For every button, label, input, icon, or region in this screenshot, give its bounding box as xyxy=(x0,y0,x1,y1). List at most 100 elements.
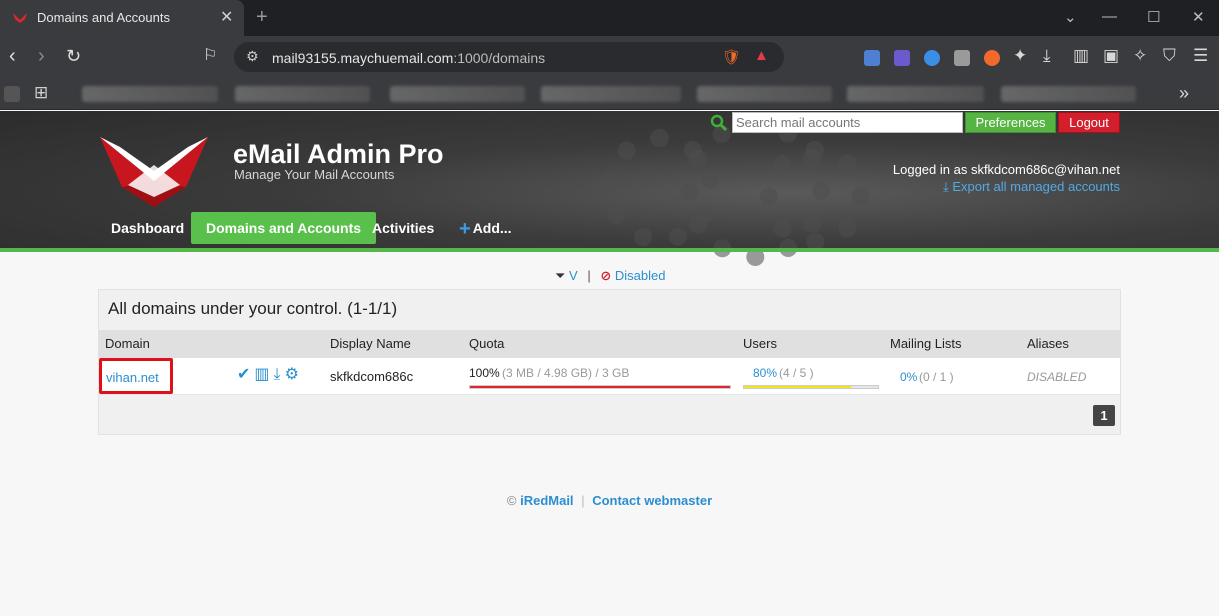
preferences-button[interactable]: Preferences xyxy=(965,112,1056,133)
leo-ai-icon[interactable]: ✧ xyxy=(1133,47,1147,65)
domain-name: vihan.net xyxy=(106,370,159,385)
quota-detail: (3 MB / 4.98 GB) / 3 GB xyxy=(502,366,630,380)
quota-bar xyxy=(469,385,731,389)
settings-icon[interactable]: ⚙ xyxy=(285,366,303,383)
export-label: Export all managed accounts xyxy=(952,179,1120,194)
tab-title: Domains and Accounts xyxy=(37,10,170,25)
logout-button[interactable]: Logout xyxy=(1058,112,1120,133)
bookmark-favicon-icon[interactable] xyxy=(4,86,20,102)
column-header-quota[interactable]: Quota xyxy=(469,336,504,351)
users-bar-fill xyxy=(744,386,852,388)
display-name: skfkdcom686c xyxy=(330,369,414,384)
filter-disabled-link[interactable]: Disabled xyxy=(615,268,666,283)
users-bar xyxy=(743,385,879,389)
aliases-status: DISABLED xyxy=(1027,370,1087,384)
filter-icon: ⏷ xyxy=(555,268,566,283)
vpn-icon[interactable]: ⛉ xyxy=(1163,47,1176,65)
extension-icon[interactable] xyxy=(894,50,910,66)
bookmarks-bar: ⊞ » xyxy=(0,78,1219,110)
bookmark-icon[interactable]: ⚐ xyxy=(203,46,217,66)
bookmark-item[interactable] xyxy=(235,86,370,102)
address-bar[interactable]: ⚙ mail93155.maychuemail.com:1000/domains… xyxy=(234,42,784,72)
footer: © iRedMail | Contact webmaster xyxy=(0,493,1219,508)
nav-add[interactable]: + Add... xyxy=(459,212,512,244)
nav-domains-and-accounts[interactable]: Domains and Accounts xyxy=(191,212,377,244)
wallet-icon[interactable]: ▣ xyxy=(1103,47,1119,65)
extension-icon[interactable] xyxy=(924,50,940,66)
plus-icon: + xyxy=(459,218,471,240)
brave-rewards-icon[interactable]: ▲ xyxy=(754,47,769,64)
mailing-lists-percent[interactable]: 0% xyxy=(900,370,917,384)
brand-tagline: Manage Your Mail Accounts xyxy=(234,167,395,182)
browser-tab-bar: Domains and Accounts ✕ + ⌄ — ☐ ✕ xyxy=(0,0,1219,36)
brand-title: eMail Admin Pro xyxy=(233,139,444,169)
iredmail-link[interactable]: iRedMail xyxy=(520,493,573,508)
bookmark-item[interactable] xyxy=(1001,86,1136,102)
bookmark-item[interactable] xyxy=(697,86,832,102)
extensions-puzzle-icon[interactable]: ✦ xyxy=(1013,47,1027,65)
column-header-users[interactable]: Users xyxy=(743,336,777,351)
maximize-icon[interactable]: ☐ xyxy=(1147,8,1160,26)
brave-shield-icon[interactable]: 🛡 xyxy=(722,48,741,66)
forward-icon[interactable]: › xyxy=(38,46,45,66)
search-icon xyxy=(710,114,728,132)
column-header-domain[interactable]: Domain xyxy=(105,336,150,351)
table-header: Domain Display Name Quota Users Mailing … xyxy=(99,330,1120,358)
nav-activities[interactable]: Activities xyxy=(372,212,434,244)
back-icon[interactable]: ‹ xyxy=(9,46,16,66)
domain-link[interactable]: vihan.net xyxy=(99,358,173,394)
quota-bar-fill xyxy=(470,386,730,388)
bookmark-item[interactable] xyxy=(541,86,681,102)
extension-icon[interactable] xyxy=(984,50,1000,66)
logged-in-text: Logged in as skfkdcom686c@vihan.net xyxy=(892,162,1120,177)
new-tab-icon[interactable]: + xyxy=(256,6,268,29)
disabled-icon: ⊘ xyxy=(600,268,612,283)
sidebar-icon[interactable]: ▥ xyxy=(1073,47,1089,65)
reload-icon[interactable]: ↻ xyxy=(66,46,81,66)
site-settings-icon[interactable]: ⚙ xyxy=(246,48,259,65)
row-actions: ✔▥⤓⚙ xyxy=(237,364,303,384)
statistics-icon[interactable]: ▥ xyxy=(254,366,273,383)
search-input[interactable] xyxy=(732,112,963,133)
footer-separator: | xyxy=(581,493,585,508)
column-header-mailing-lists[interactable]: Mailing Lists xyxy=(890,336,962,351)
filter-separator: | xyxy=(587,268,591,283)
nav-dashboard[interactable]: Dashboard xyxy=(111,212,184,244)
nav-add-label: Add... xyxy=(472,220,512,236)
column-header-display-name[interactable]: Display Name xyxy=(330,336,411,351)
bookmark-item[interactable] xyxy=(82,86,218,102)
app-favicon-icon xyxy=(13,13,27,23)
users-detail: (4 / 5 ) xyxy=(779,366,814,380)
users-percent[interactable]: 80% xyxy=(753,366,777,380)
domains-panel: All domains under your control. (1-1/1) … xyxy=(98,289,1121,435)
tab-search-icon[interactable]: ⌄ xyxy=(1064,8,1077,26)
download-icon[interactable]: ⤓ xyxy=(274,366,285,383)
download-icon: ⤓ xyxy=(942,179,949,194)
check-icon[interactable]: ✔ xyxy=(237,366,254,383)
gear-decoration-icon xyxy=(760,141,870,251)
bookmark-item[interactable] xyxy=(847,86,984,102)
browser-tab[interactable]: Domains and Accounts ✕ xyxy=(0,0,244,36)
extension-icon[interactable] xyxy=(864,50,880,66)
page-button[interactable]: 1 xyxy=(1093,405,1115,426)
close-window-icon[interactable]: ✕ xyxy=(1192,8,1205,26)
bookmark-item[interactable] xyxy=(390,86,525,102)
minimize-icon[interactable]: — xyxy=(1102,8,1117,25)
column-header-aliases[interactable]: Aliases xyxy=(1027,336,1069,351)
table-row: vihan.net ✔▥⤓⚙ skfkdcom686c 100% (3 MB /… xyxy=(99,358,1120,395)
header-divider xyxy=(0,248,1219,252)
downloads-icon[interactable]: ⤓ xyxy=(1043,47,1051,65)
filter-row: ⏷ V | ⊘ Disabled xyxy=(555,268,665,284)
app-logo-icon xyxy=(100,137,208,207)
menu-icon[interactable]: ☰ xyxy=(1193,47,1208,65)
copyright: © xyxy=(506,493,517,508)
panel-title: All domains under your control. (1-1/1) xyxy=(108,299,398,318)
contact-webmaster-link[interactable]: Contact webmaster xyxy=(592,493,712,508)
export-accounts-link[interactable]: ⤓ Export all managed accounts xyxy=(943,179,1120,195)
quota-percent: 100% xyxy=(469,366,500,380)
filter-v-link[interactable]: V xyxy=(569,268,578,283)
close-tab-icon[interactable]: ✕ xyxy=(220,7,233,27)
more-bookmarks-icon[interactable]: » xyxy=(1179,83,1189,104)
apps-grid-icon[interactable]: ⊞ xyxy=(34,83,48,103)
camera-extension-icon[interactable] xyxy=(954,50,970,66)
